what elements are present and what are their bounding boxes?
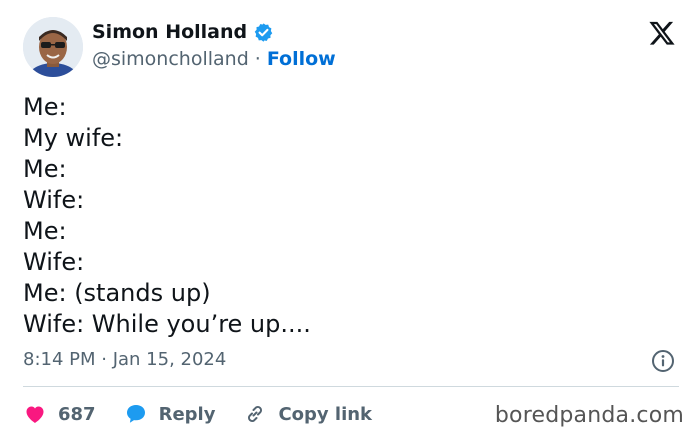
like-count: 687	[58, 403, 96, 425]
tweet-line: Me:	[23, 155, 67, 183]
info-icon[interactable]	[651, 349, 675, 373]
reply-button[interactable]: Reply	[124, 402, 216, 426]
author-name-row: Simon Holland	[92, 21, 274, 43]
copy-link-label: Copy link	[278, 403, 373, 425]
tweet-actions: 687 Reply Copy link	[23, 399, 400, 429]
tweet-timestamp[interactable]: 8:14 PM · Jan 15, 2024	[23, 349, 226, 370]
divider	[23, 386, 679, 387]
link-icon	[243, 402, 267, 426]
tweet-line: Me:	[23, 217, 67, 245]
tweet-text: Me: My wife: Me: Wife: Me: Wife: Me: (st…	[23, 92, 311, 340]
copy-link-button[interactable]: Copy link	[243, 402, 372, 426]
heart-icon	[23, 402, 47, 426]
tweet-line: Wife:	[23, 248, 85, 276]
author-display-name[interactable]: Simon Holland	[92, 21, 247, 43]
speech-bubble-icon	[124, 402, 148, 426]
verified-badge-icon	[253, 22, 274, 43]
tweet-line: My wife:	[23, 124, 124, 152]
author-handle[interactable]: @simoncholland	[92, 48, 249, 70]
tweet-line: Me: (stands up)	[23, 279, 211, 307]
like-button[interactable]: 687	[23, 402, 96, 426]
reply-label: Reply	[158, 403, 216, 425]
follow-button[interactable]: Follow	[267, 48, 336, 70]
author-handle-row: @simoncholland · Follow	[92, 48, 336, 70]
tweet-line: Wife: While you’re up....	[23, 310, 311, 338]
avatar[interactable]	[23, 17, 83, 77]
tweet-line: Wife:	[23, 186, 85, 214]
tweet-line: Me:	[23, 93, 67, 121]
watermark: boredpanda.com	[494, 403, 684, 428]
handle-separator: ·	[254, 48, 261, 70]
x-logo-icon[interactable]	[648, 19, 676, 47]
tweet-card: Simon Holland @simoncholland · Follow Me…	[0, 0, 700, 440]
